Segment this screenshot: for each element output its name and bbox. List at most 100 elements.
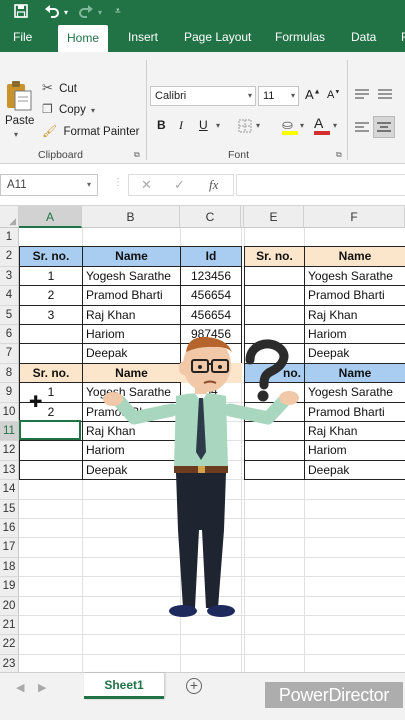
paste-button[interactable]: Paste ▾ bbox=[4, 80, 34, 139]
column-header-a[interactable]: A bbox=[19, 206, 82, 228]
cell-f3[interactable]: Yogesh Sarathe bbox=[304, 265, 405, 287]
cell-f11[interactable]: Raj Khan bbox=[304, 421, 405, 442]
align-center-button[interactable] bbox=[373, 116, 395, 138]
plus-icon[interactable]: + bbox=[186, 678, 202, 694]
select-all-corner[interactable]: ◢ bbox=[0, 206, 19, 228]
cell-b9[interactable]: Yogesh Sarathe bbox=[82, 382, 181, 403]
tab-formulas[interactable]: Formulas bbox=[273, 22, 327, 52]
borders-icon[interactable] bbox=[238, 119, 252, 133]
cell-f5[interactable]: Raj Khan bbox=[304, 304, 405, 325]
cell-e7[interactable] bbox=[244, 343, 305, 364]
next-sheet-icon[interactable]: ▶ bbox=[38, 681, 46, 694]
chevron-down-icon[interactable]: ▾ bbox=[333, 121, 337, 130]
font-size-select[interactable]: 11 ▾ bbox=[258, 86, 299, 106]
cell-a2[interactable]: Sr. no. bbox=[19, 246, 83, 267]
cell-e8[interactable]: no. bbox=[244, 362, 305, 384]
cell-e9[interactable] bbox=[244, 382, 305, 403]
cell-f12[interactable]: Hariom bbox=[304, 440, 405, 461]
cell-b5[interactable]: Raj Khan bbox=[82, 304, 181, 325]
cell-b7[interactable]: Deepak bbox=[82, 343, 181, 364]
cell-a4[interactable]: 2 bbox=[19, 285, 83, 306]
align-left-icon[interactable] bbox=[355, 122, 369, 134]
cell-a13[interactable] bbox=[19, 459, 83, 481]
cell-f4[interactable]: Pramod Bharti bbox=[304, 285, 405, 306]
undo-icon[interactable] bbox=[44, 3, 60, 18]
cell-e5[interactable] bbox=[244, 304, 305, 325]
row-header-22[interactable]: 22 bbox=[0, 635, 19, 655]
cell-b4[interactable]: Pramod Bharti bbox=[82, 285, 181, 306]
cell-a3[interactable]: 1 bbox=[19, 265, 83, 287]
cell-f13[interactable]: Deepak bbox=[304, 459, 405, 481]
row-header-4[interactable]: 4 bbox=[0, 286, 19, 306]
row-header-9[interactable]: 9 bbox=[0, 383, 19, 403]
row-header-10[interactable]: 10 bbox=[0, 402, 19, 422]
cell-b2[interactable]: Name bbox=[82, 246, 181, 267]
cell-f10[interactable]: Pramod Bharti bbox=[304, 401, 405, 422]
chevron-down-icon[interactable]: ▾ bbox=[256, 121, 260, 130]
row-header-23[interactable]: 23 bbox=[0, 654, 19, 672]
chevron-down-icon[interactable]: ▾ bbox=[98, 5, 102, 21]
cell-c13[interactable]: 54 bbox=[180, 460, 242, 480]
cell-b12[interactable]: Hariom bbox=[82, 440, 181, 461]
row-header-19[interactable]: 19 bbox=[0, 577, 19, 597]
row-header-16[interactable]: 16 bbox=[0, 519, 19, 539]
row-header-3[interactable]: 3 bbox=[0, 266, 19, 287]
copy-button[interactable]: ❐ Copy ▾ bbox=[42, 102, 95, 116]
cell-f9[interactable]: Yogesh Sarathe bbox=[304, 382, 405, 403]
cell-f7[interactable]: Deepak bbox=[304, 343, 405, 364]
sheet-tab-sheet1[interactable]: Sheet1 bbox=[84, 673, 164, 699]
row-header-14[interactable]: 14 bbox=[0, 480, 19, 500]
cell-e6[interactable] bbox=[244, 324, 305, 345]
insert-function-icon[interactable]: fx bbox=[209, 177, 218, 193]
cell-f8[interactable]: Name bbox=[304, 362, 405, 384]
cell-c6[interactable]: 987456 bbox=[180, 324, 242, 345]
row-header-1[interactable]: 1 bbox=[0, 228, 19, 248]
cell-a5[interactable]: 3 bbox=[19, 304, 83, 325]
column-header-b[interactable]: B bbox=[82, 206, 180, 228]
cell-c5[interactable]: 456654 bbox=[180, 304, 242, 325]
row-header-15[interactable]: 15 bbox=[0, 499, 19, 519]
align-top-icon[interactable] bbox=[355, 89, 369, 101]
format-painter-button[interactable]: 🖌 Format Painter bbox=[42, 124, 140, 138]
bold-button[interactable]: B bbox=[157, 118, 166, 132]
row-header-2[interactable]: 2 bbox=[0, 247, 19, 267]
cell-b8[interactable]: Name bbox=[82, 362, 181, 384]
cell-e12[interactable] bbox=[244, 440, 305, 461]
fill-color-button[interactable]: ⛀ bbox=[282, 116, 298, 136]
cell-f2[interactable]: Name bbox=[304, 246, 405, 267]
cell-b10[interactable]: Pramod Bhart bbox=[82, 401, 181, 422]
row-header-20[interactable]: 20 bbox=[0, 596, 19, 616]
grow-font-button[interactable]: A▲ bbox=[305, 87, 321, 102]
cell-c11[interactable]: 54 bbox=[180, 421, 242, 441]
row-header-17[interactable]: 17 bbox=[0, 538, 19, 558]
tab-file[interactable]: File bbox=[11, 22, 34, 52]
cell-c7[interactable] bbox=[180, 343, 242, 364]
customize-toolbar-icon[interactable]: ⩡ bbox=[115, 4, 121, 20]
row-header-18[interactable]: 18 bbox=[0, 557, 19, 578]
dialog-launcher-icon[interactable]: ⧉ bbox=[134, 150, 140, 160]
row-header-8[interactable]: 8 bbox=[0, 363, 19, 384]
row-header-12[interactable]: 12 bbox=[0, 441, 19, 461]
align-middle-icon[interactable] bbox=[378, 89, 392, 101]
cell-a6[interactable] bbox=[19, 324, 83, 345]
formula-input[interactable] bbox=[236, 174, 405, 196]
enter-icon[interactable]: ✓ bbox=[174, 177, 185, 193]
cell-e4[interactable] bbox=[244, 285, 305, 306]
cell-c10[interactable] bbox=[180, 402, 242, 422]
cell-b3[interactable]: Yogesh Sarathe bbox=[82, 265, 181, 287]
shrink-font-button[interactable]: A▼ bbox=[327, 89, 340, 101]
font-name-select[interactable]: Calibri ▾ bbox=[150, 86, 256, 106]
cell-e11[interactable] bbox=[244, 421, 305, 442]
cut-button[interactable]: ✂ Cut bbox=[42, 80, 77, 96]
tab-review[interactable]: R bbox=[399, 22, 405, 52]
font-color-button[interactable]: A bbox=[314, 115, 330, 136]
cell-c8[interactable] bbox=[180, 362, 242, 384]
cell-c9[interactable]: 54 bbox=[180, 382, 242, 402]
redo-icon[interactable] bbox=[78, 3, 94, 18]
chevron-down-icon[interactable]: ▾ bbox=[216, 121, 220, 130]
cell-e2[interactable]: Sr. no. bbox=[244, 246, 305, 267]
tab-data[interactable]: Data bbox=[349, 22, 378, 52]
cancel-icon[interactable]: ✕ bbox=[141, 177, 152, 193]
cell-e10[interactable] bbox=[244, 401, 305, 422]
row-header-11[interactable]: 11 bbox=[0, 422, 19, 442]
